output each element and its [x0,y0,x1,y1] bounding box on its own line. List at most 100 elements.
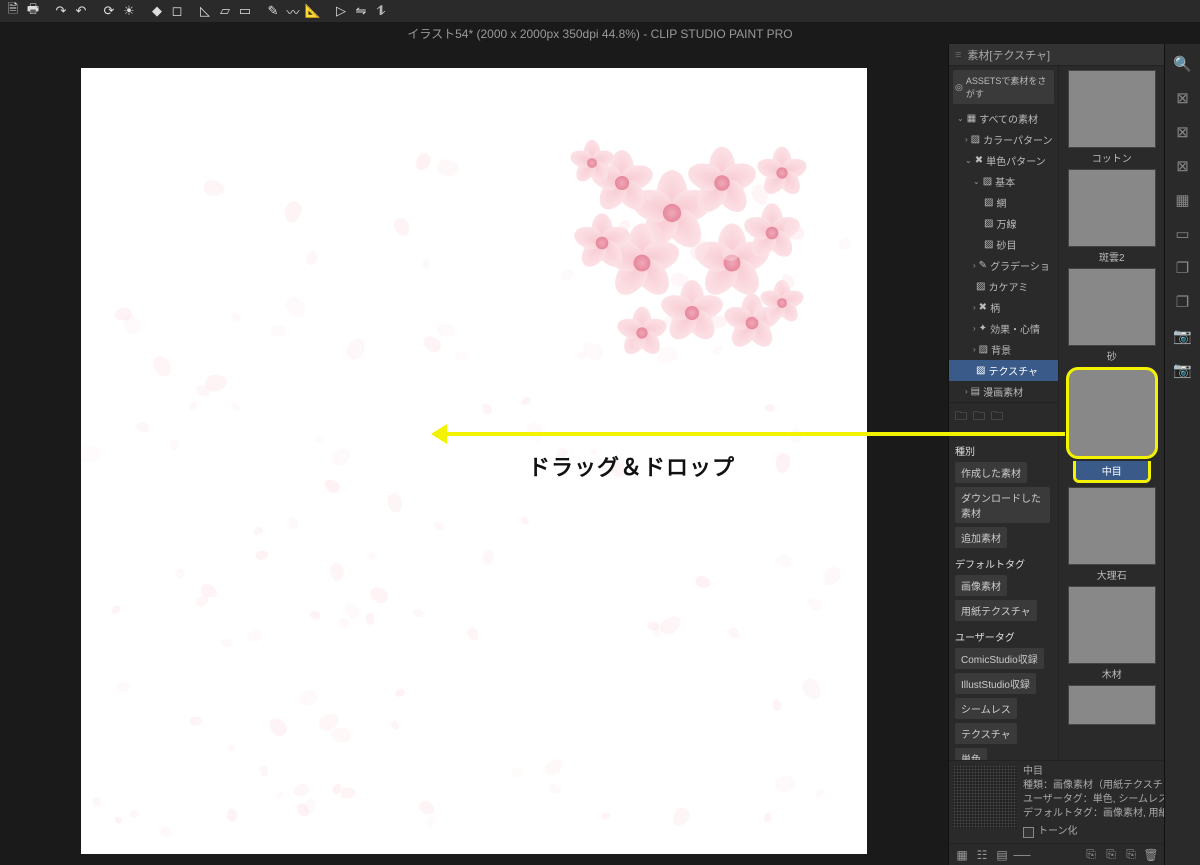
tag-chip[interactable]: IllustStudio収録 [955,673,1036,694]
view-detail-icon[interactable]: ▤ [995,848,1009,862]
tag-chip[interactable]: テクスチャ [955,723,1017,744]
tag-section: 種別作成した素材ダウンロードした素材追加素材デフォルトタグ画像素材用紙テクスチャ… [949,432,1058,760]
camera-icon[interactable]: 📷 [1171,324,1195,348]
flip-v-icon[interactable]: ⥮ [372,2,390,20]
tag-chip[interactable]: シームレス [955,698,1017,719]
petal [805,595,824,613]
caret-icon: ⌄ [965,156,972,165]
copy-icon[interactable]: ⎘ [1104,848,1118,862]
canvas[interactable] [81,68,867,854]
petal [424,815,438,830]
tree-label: 背景 [991,342,1011,357]
tree-item-カケアミ[interactable]: ▨カケアミ [949,276,1058,297]
material-thumb-木材[interactable]: 木材 [1065,586,1158,681]
material-thumb-extra[interactable] [1065,685,1158,725]
thumbnail-label: 木材 [1102,666,1122,681]
folder-new-icon[interactable]: 🗀 [955,407,967,428]
paste-icon[interactable]: ⎘ [1084,848,1098,862]
tree-item-漫画素材[interactable]: ›▤漫画素材 [949,381,1058,402]
material-thumb-中目[interactable]: 中目 [1065,367,1158,483]
rect-stack-icon[interactable]: ▭ [1171,222,1195,246]
material-thumb-大理石[interactable]: 大理石 [1065,487,1158,582]
thumbnail-label: 大理石 [1097,567,1127,582]
tree-item-グラデーショ[interactable]: ›✎グラデーショ [949,255,1058,276]
caret-icon: › [973,261,976,270]
material-thumb-砂[interactable]: 砂 [1065,268,1158,363]
search-icon[interactable]: 🔍 [1171,52,1195,76]
slider-icon[interactable]: ── [1015,848,1029,862]
tree-type-icon: ▨ [976,365,985,376]
assets-search-button[interactable]: ◎ ASSETSで素材をさがす [953,70,1054,104]
grid-icon[interactable]: ▦ [1171,188,1195,212]
tag-chip[interactable]: ComicStudio収録 [955,648,1044,669]
tag-chip[interactable]: 作成した素材 [955,462,1027,483]
tree-item-単色パターン[interactable]: ⌄✖単色パターン [949,150,1058,171]
checkbox-icon[interactable] [1023,827,1034,838]
camera-icon[interactable]: 📷 [1171,358,1195,382]
petal [283,293,310,321]
material-thumb-斑雲2[interactable]: 斑雲2 [1065,169,1158,264]
view-grid-icon[interactable]: ▦ [955,848,969,862]
shape2-icon[interactable]: ▱ [216,2,234,20]
material-panel: ≡ 素材[テクスチャ] ◎ ASSETSで素材をさがす ⌄▦すべての素材›▨カラ… [948,44,1164,865]
tree-item-万線[interactable]: ▨万線 [949,213,1058,234]
tree-item-テクスチャ[interactable]: ▨テクスチャ [949,360,1058,381]
file-icon[interactable]: 🗎 [4,2,22,20]
grip-icon: ≡ [955,49,961,61]
tree-item-柄[interactable]: ›✖柄 [949,297,1058,318]
refresh-icon[interactable]: ⟳ [100,2,118,20]
tree-type-icon: ✎ [979,260,987,271]
tree-item-効果・心情[interactable]: ›✦効果・心情 [949,318,1058,339]
folder-icon[interactable]: 🗀 [973,407,985,428]
sun-icon[interactable]: ☀ [120,2,138,20]
settings-icon[interactable]: ⎘ [1124,848,1138,862]
shape1-icon[interactable]: ◺ [196,2,214,20]
undo-icon[interactable]: ↶ [72,2,90,20]
tree-type-icon: ▨ [984,239,993,250]
petal [322,477,342,495]
tree-label: 万線 [996,216,1016,231]
thumbnail-column: コットン斑雲2砂中目大理石木材 [1058,66,1164,760]
close-box-icon[interactable]: ⊠ [1171,86,1195,110]
crop-icon[interactable]: ◻ [168,2,186,20]
tree-item-すべての素材[interactable]: ⌄▦すべての素材 [949,108,1058,129]
document-title: イラスト54* (2000 x 2000px 350dpi 44.8%) - C… [407,25,792,42]
layers-icon[interactable]: ❐ [1171,256,1195,280]
tree-item-網[interactable]: ▨網 [949,192,1058,213]
tag-chip[interactable]: 画像素材 [955,575,1007,596]
print-icon[interactable]: 🖶 [24,2,42,20]
trash-icon[interactable]: 🗑 [1144,848,1158,862]
tag-chip[interactable]: ダウンロードした素材 [955,487,1050,523]
tree-item-背景[interactable]: ›▨背景 [949,339,1058,360]
tree-label: テクスチャ [988,363,1038,378]
tag-chip[interactable]: 用紙テクスチャ [955,600,1037,621]
petal [436,322,456,339]
bucket-icon[interactable]: ◆ [148,2,166,20]
layers-icon[interactable]: ❐ [1171,290,1195,314]
tree-item-砂目[interactable]: ▨砂目 [949,234,1058,255]
tag-chip[interactable]: 単色 [955,748,987,760]
petal [418,799,438,817]
default-tag-header: デフォルトタグ [955,556,1052,571]
ruler-icon[interactable]: 📐 [304,2,322,20]
pen-icon[interactable]: ✎ [264,2,282,20]
tag-chip[interactable]: 追加素材 [955,527,1007,548]
thumbnail-swatch [1068,487,1156,565]
petal [190,715,203,726]
view-list-icon[interactable]: ☷ [975,848,989,862]
petal [229,310,242,324]
close-box-icon[interactable]: ⊠ [1171,120,1195,144]
tree-label: 単色パターン [986,153,1046,168]
material-tree: ◎ ASSETSで素材をさがす ⌄▦すべての素材›▨カラーパターン⌄✖単色パター… [949,66,1058,760]
rect-icon[interactable]: ▭ [236,2,254,20]
play-icon[interactable]: ▷ [332,2,350,20]
curve-icon[interactable]: 〰 [284,2,302,20]
petal [392,216,413,239]
material-thumb-コットン[interactable]: コットン [1065,70,1158,165]
tree-item-基本[interactable]: ⌄▨基本 [949,171,1058,192]
tree-item-カラーパターン[interactable]: ›▨カラーパターン [949,129,1058,150]
close-box-icon[interactable]: ⊠ [1171,154,1195,178]
redo-icon[interactable]: ↷ [52,2,70,20]
folder-del-icon[interactable]: 🗀 [991,407,1003,428]
flip-h-icon[interactable]: ⇋ [352,2,370,20]
